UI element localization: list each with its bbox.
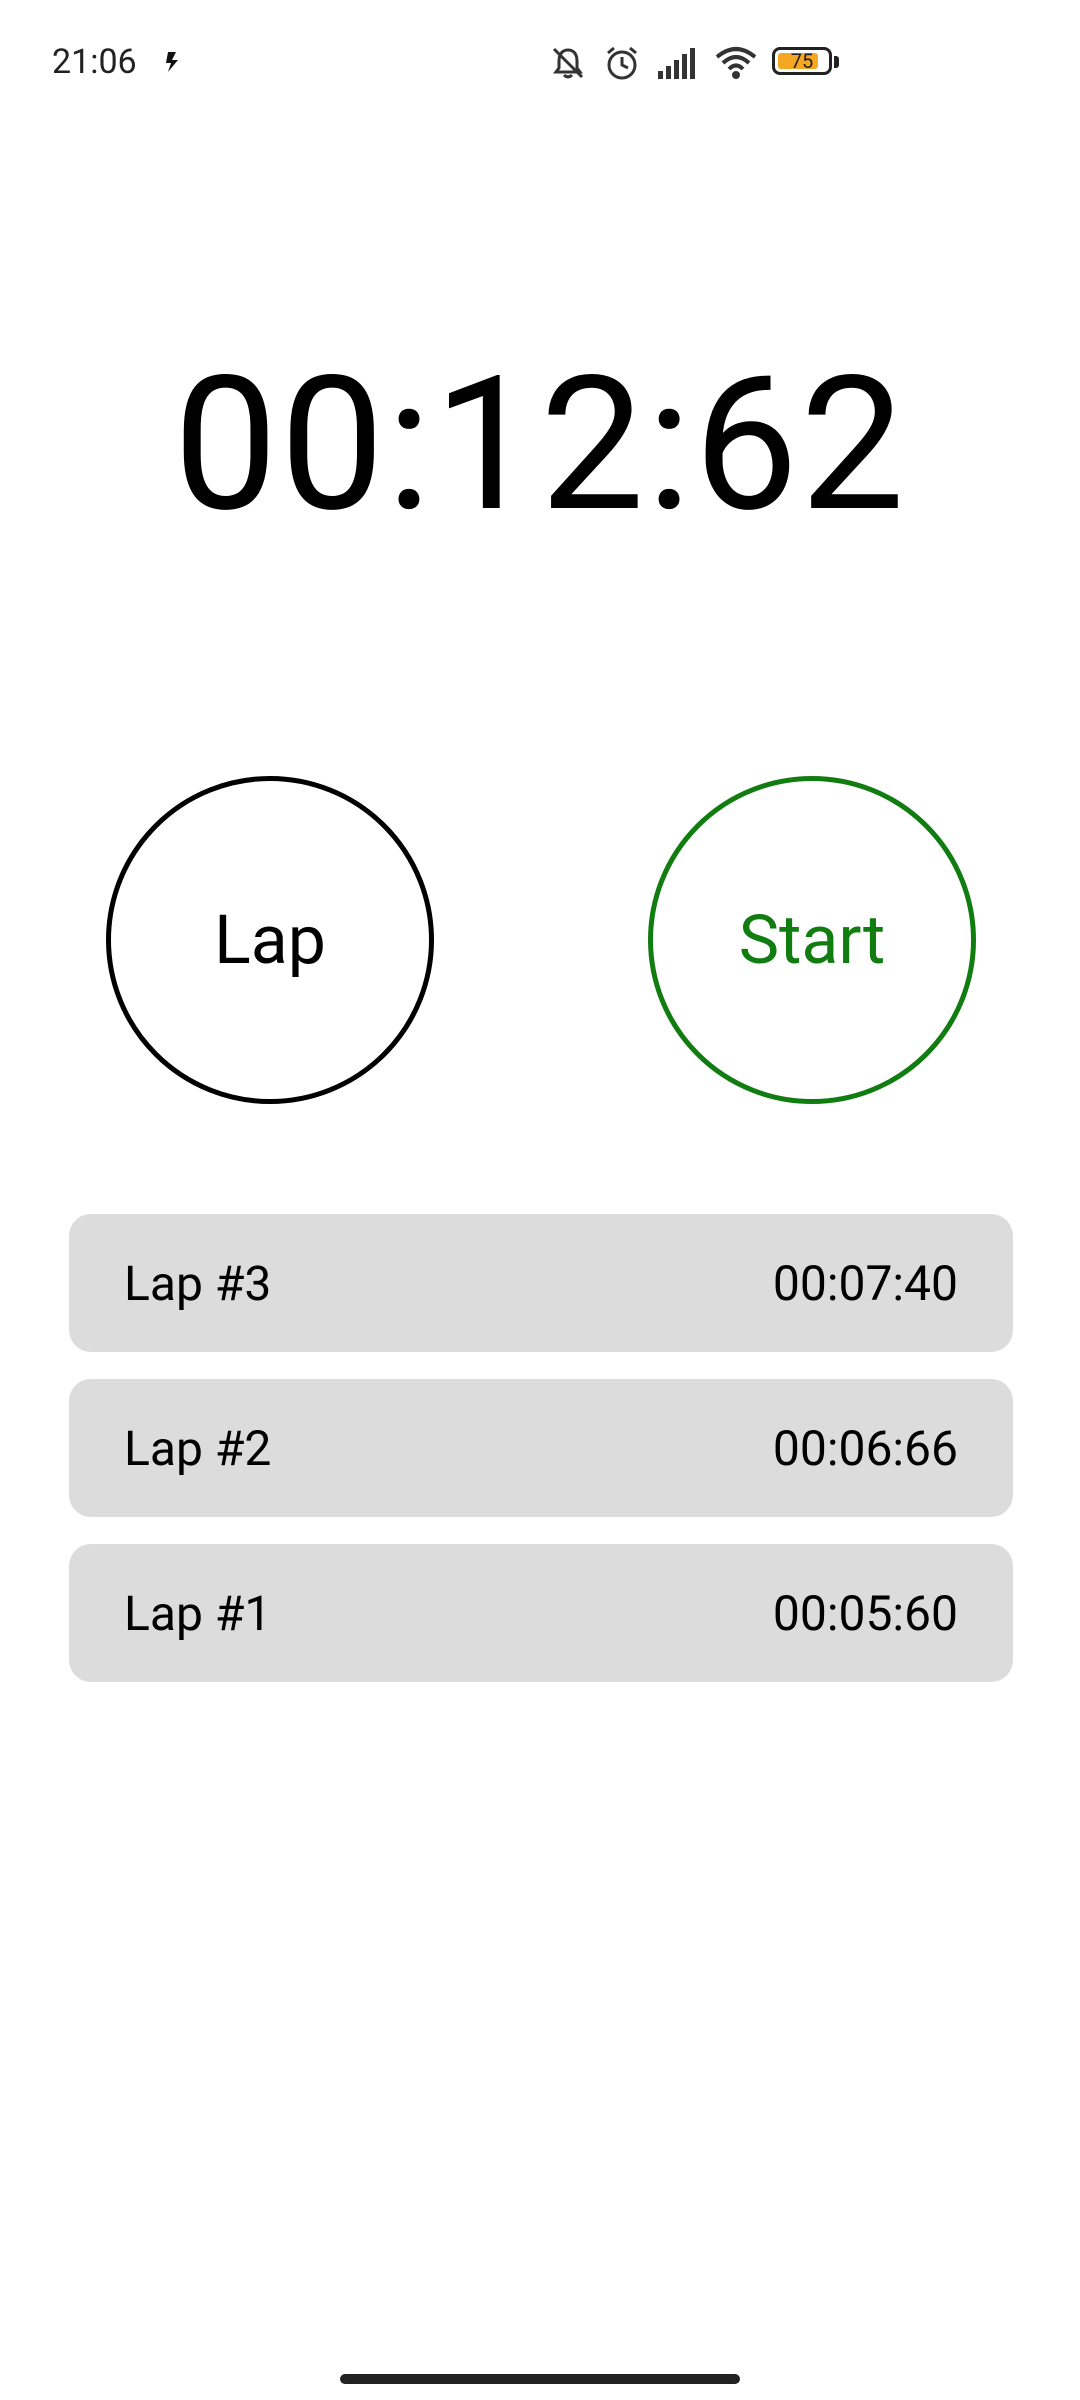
lap-row: Lap #1 00:05:60 — [69, 1544, 1013, 1682]
start-button[interactable]: Start — [648, 776, 976, 1104]
lap-button[interactable]: Lap — [106, 776, 434, 1104]
lap-time: 00:05:60 — [772, 1584, 958, 1642]
lap-row: Lap #3 00:07:40 — [69, 1214, 1013, 1352]
lap-label: Lap #1 — [124, 1584, 272, 1642]
lap-row: Lap #2 00:06:66 — [69, 1379, 1013, 1517]
battery-level: 75 — [790, 49, 814, 73]
lap-time: 00:07:40 — [772, 1254, 958, 1312]
laps-list: Lap #3 00:07:40 Lap #2 00:06:66 Lap #1 0… — [69, 1214, 1013, 1709]
lap-label: Lap #2 — [124, 1419, 272, 1477]
status-time: 21:06 — [52, 42, 137, 82]
elapsed-time-display: 00:12:62 — [173, 336, 907, 554]
status-bar: 21:06 75 — [0, 0, 1080, 130]
lap-label: Lap #3 — [124, 1254, 272, 1312]
app-notification-icon — [158, 48, 186, 76]
status-icons: 75 — [548, 40, 840, 86]
signal-icon — [656, 45, 700, 81]
battery-icon: 75 — [772, 47, 840, 79]
lap-time: 00:06:66 — [772, 1419, 958, 1477]
mute-icon — [548, 43, 588, 83]
alarm-icon — [602, 43, 642, 83]
wifi-icon — [714, 45, 758, 81]
home-indicator[interactable] — [340, 2374, 740, 2384]
